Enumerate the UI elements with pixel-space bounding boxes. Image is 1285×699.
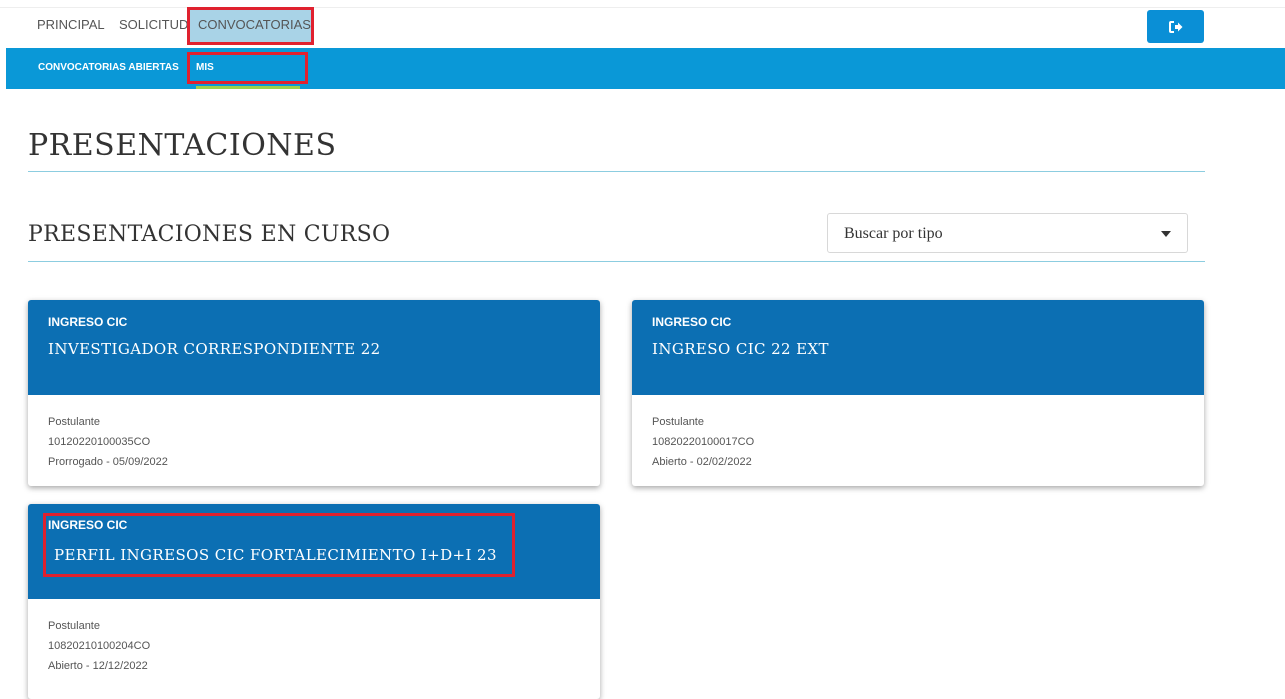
card-body: Postulante 10820220100017CO Abierto - 02… — [652, 412, 754, 472]
section-title: PRESENTACIONES EN CURSO — [28, 222, 391, 247]
card-header: INGRESO CIC INGRESO CIC 22 EXT — [632, 300, 1204, 395]
highlight-box — [43, 513, 515, 577]
card-role: Postulante — [652, 416, 704, 428]
presentation-card[interactable]: INGRESO CIC INVESTIGADOR CORRESPONDIENTE… — [28, 300, 600, 486]
card-title[interactable]: INVESTIGADOR CORRESPONDIENTE 22 — [48, 340, 381, 358]
section-divider — [28, 261, 1205, 262]
nav-item-principal[interactable]: PRINCIPAL — [37, 10, 105, 42]
card-status: Abierto - 02/02/2022 — [652, 456, 752, 468]
card-status: Prorrogado - 05/09/2022 — [48, 456, 168, 468]
presentation-card[interactable]: INGRESO CIC INGRESO CIC 22 EXT Postulant… — [632, 300, 1204, 486]
logout-button[interactable] — [1147, 10, 1204, 43]
type-filter-select[interactable]: Buscar por tipo — [827, 213, 1188, 253]
type-filter-value: Buscar por tipo — [844, 225, 943, 242]
card-type: INGRESO CIC — [48, 315, 128, 329]
page-title: PRESENTACIONES — [28, 128, 337, 163]
card-role: Postulante — [48, 416, 100, 428]
sign-out-icon — [1168, 20, 1182, 33]
subnav-item-convocatorias-abiertas[interactable]: CONVOCATORIAS ABIERTAS — [38, 48, 179, 89]
card-body: Postulante 10120220100035CO Prorrogado -… — [48, 412, 168, 472]
subnav-item-mis-postulaciones[interactable]: MIS POSTULACIONES — [187, 52, 308, 99]
card-role: Postulante — [48, 620, 100, 632]
card-code: 10820220100017CO — [652, 436, 755, 448]
chevron-down-icon — [1161, 231, 1171, 237]
card-header: INGRESO CIC INVESTIGADOR CORRESPONDIENTE… — [28, 300, 600, 395]
card-body: Postulante 10820210100204CO Abierto - 12… — [48, 616, 150, 676]
top-navbar: PRINCIPAL SOLICITUD CONVOCATORIAS — [0, 0, 1285, 48]
sub-navbar: CONVOCATORIAS ABIERTAS MIS POSTULACIONES — [6, 48, 1285, 99]
card-status: Abierto - 12/12/2022 — [48, 660, 148, 672]
card-type: INGRESO CIC — [652, 315, 732, 329]
card-code: 10820210100204CO — [48, 640, 151, 652]
card-code: 10120220100035CO — [48, 436, 151, 448]
nav-item-solicitud[interactable]: SOLICITUD — [119, 10, 188, 42]
card-title[interactable]: INGRESO CIC 22 EXT — [652, 340, 829, 358]
top-divider — [0, 7, 1285, 8]
title-divider — [28, 171, 1205, 172]
active-subnav-indicator — [196, 86, 300, 89]
nav-item-convocatorias[interactable]: CONVOCATORIAS — [187, 7, 314, 45]
